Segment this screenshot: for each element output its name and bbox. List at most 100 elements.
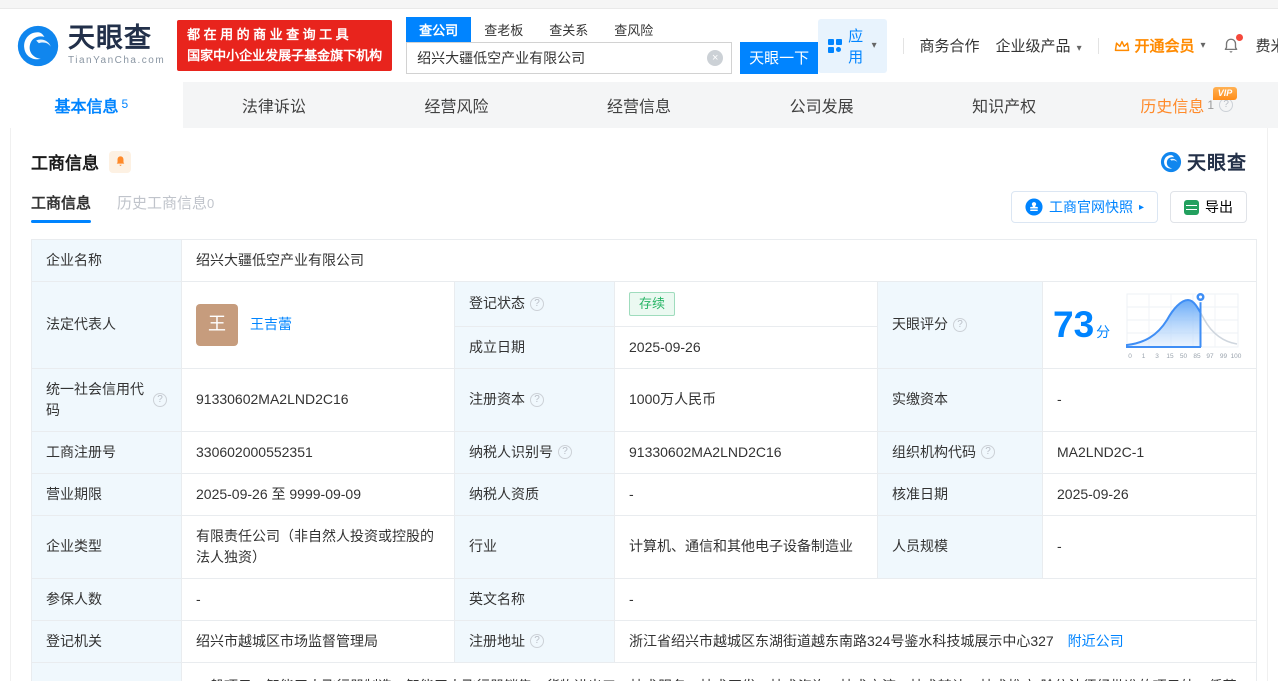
help-icon[interactable]: ? [530,634,544,648]
export-button[interactable]: 导出 [1170,191,1247,223]
field-label: 营业期限 [31,472,182,516]
table-row: 参保人数 - 英文名称 - [31,577,1258,621]
svg-text:85: 85 [1194,353,1202,360]
nav-enterprise-products[interactable]: 企业级产品 ▾ [995,35,1081,56]
tab-business-info[interactable]: 经营信息 [548,82,731,128]
tab-intellectual-property[interactable]: 知识产权 [913,82,1096,128]
chevron-down-icon: ▾ [1076,43,1082,54]
field-label: 人员规模 [877,514,1043,579]
field-label: 核准日期 [877,472,1043,516]
clear-icon[interactable]: × [707,49,724,66]
nav-business-cooperation[interactable]: 商务合作 [919,35,979,56]
help-icon[interactable]: ? [530,392,544,407]
table-row: 工商注册号 330602000552351 纳税人识别号? 91330602MA… [31,430,1258,474]
search-button[interactable]: 天眼一下 [740,41,819,74]
divider [1097,37,1099,54]
avatar[interactable]: 王 [196,303,238,346]
reg-address-value: 浙江省绍兴市越城区东湖街道越东南路324号鉴水科技城展示中心327 附近公司 [613,619,1258,663]
tab-operating-risk[interactable]: 经营风险 [365,82,548,128]
tab-count-badge: 5 [121,97,129,111]
vip-membership-button[interactable]: 开通会员 ▾ [1114,35,1206,56]
search-input[interactable] [406,41,733,74]
brand-slogan: 都在用的商业查询工具 国家中小企业发展子基金旗下机构 [177,20,393,71]
tab-company-development[interactable]: 公司发展 [730,82,913,128]
help-icon[interactable]: ? [953,317,967,332]
insured-count-value: - [181,577,455,621]
divider [902,37,904,54]
legal-rep-cell: 王 王吉蕾 [181,281,455,369]
search-tab-relation[interactable]: 查关系 [536,17,601,42]
field-label: 纳税人识别号? [454,430,615,474]
field-label: 统一社会信用代码? [31,367,182,432]
logo-domain: TianYanCha.com [68,55,166,66]
search-area: 查公司 查老板 查关系 查风险 × 天眼一下 [406,16,819,74]
search-tab-company[interactable]: 查公司 [406,16,472,42]
top-strip [0,0,1278,9]
tianyancha-logo-icon [17,25,59,66]
field-label: 登记状态? [454,281,615,327]
tab-basic-info[interactable]: 基本信息 5 [0,82,183,128]
field-label: 成立日期 [454,325,615,369]
field-label: 纳税人资质 [454,472,615,516]
vip-badge: VIP [1212,87,1238,100]
notifications-bell[interactable] [1222,33,1243,55]
svg-text:3: 3 [1155,353,1159,360]
field-label: 法定代表人 [31,281,182,369]
top-nav: 应用 ▾ 商务合作 企业级产品 ▾ 开通会员 ▾ 费米 ▾ [818,18,1278,73]
arrow-right-icon: ▸ [1138,201,1144,213]
field-label: 行业 [454,514,615,579]
help-icon[interactable]: ? [153,392,167,407]
tianyancha-logo-icon [1160,151,1182,172]
crown-icon [1115,40,1130,51]
score-value: 73 分 [1053,304,1111,345]
site-logo[interactable]: 天眼查 TianYanCha.com [16,24,165,68]
subtab-business-registration[interactable]: 工商信息 [31,192,92,223]
reg-authority-value: 绍兴市越城区市场监督管理局 [181,619,455,663]
svg-text:0: 0 [1128,353,1132,360]
field-label: 工商注册号 [31,430,182,474]
field-label: 登记机关 [31,619,182,663]
tab-legal-proceedings[interactable]: 法律诉讼 [183,82,366,128]
table-row: 企业名称 绍兴大疆低空产业有限公司 [31,239,1258,282]
svg-text:50: 50 [1180,353,1188,360]
help-icon[interactable]: ? [981,445,995,459]
status-badge: 存续 [629,292,676,316]
tab-history-info[interactable]: VIP 历史信息 1 ? [1095,82,1278,128]
field-label: 实缴资本 [877,367,1043,432]
reg-status-cell: 存续 [614,281,878,327]
company-tabbar: 基本信息 5 法律诉讼 经营风险 经营信息 公司发展 知识产权 VIP 历史信息… [0,82,1278,128]
user-menu[interactable]: 费米 ▾ [1256,35,1278,56]
table-row: 经营范围? 一般项目：智能无人飞行器制造；智能无人飞行器销售；货物进出口；技术服… [31,661,1258,681]
business-scope-value: 一般项目：智能无人飞行器制造；智能无人飞行器销售；货物进出口；技术服务、技术开发… [180,661,1258,681]
field-label: 注册地址? [454,619,615,663]
org-code-value: MA2LND2C-1 [1041,430,1258,474]
site-header: 天眼查 TianYanCha.com 都在用的商业查询工具 国家中小企业发展子基… [0,9,1278,82]
svg-text:15: 15 [1167,353,1175,360]
svg-text:1: 1 [1142,353,1146,360]
apps-menu[interactable]: 应用 ▾ [818,18,887,73]
official-snapshot-button[interactable]: 工商官网快照 ▸ [1010,191,1158,223]
chevron-down-icon: ▾ [871,40,877,51]
help-icon[interactable]: ? [1219,98,1234,112]
tab-count-badge: 1 [1207,98,1215,112]
legal-rep-link[interactable]: 王吉蕾 [250,314,292,335]
help-icon[interactable]: ? [530,296,544,311]
search-tab-boss[interactable]: 查老板 [471,17,536,42]
table-row: 企业类型 有限责任公司（非自然人投资或控股的法人独资） 行业 计算机、通信和其他… [31,514,1258,579]
taxpayer-quality-value: - [614,472,878,516]
section-title: 工商信息 [31,154,99,173]
company-type-value: 有限责任公司（非自然人投资或控股的法人独资） [181,514,455,579]
score-distribution-chart: 0 1 3 15 50 85 97 99 100 [1126,291,1242,360]
table-row: 法定代表人 王 王吉蕾 登记状态? 存续 天眼评分? 73 分 0 1 3 15… [31,281,1258,369]
subtab-history-registration[interactable]: 历史工商信息0 [117,192,214,223]
monitor-bell-button[interactable] [109,150,131,173]
field-label: 参保人数 [31,577,182,621]
stamp-icon [1025,198,1043,216]
excel-icon [1184,199,1199,215]
tianyancha-watermark: 天眼查 [1160,148,1247,175]
staff-size-value: - [1041,514,1258,579]
help-icon[interactable]: ? [558,445,572,459]
industry-value: 计算机、通信和其他电子设备制造业 [614,514,878,579]
search-tab-risk[interactable]: 查风险 [601,17,666,42]
nearby-companies-link[interactable]: 附近公司 [1068,633,1124,649]
